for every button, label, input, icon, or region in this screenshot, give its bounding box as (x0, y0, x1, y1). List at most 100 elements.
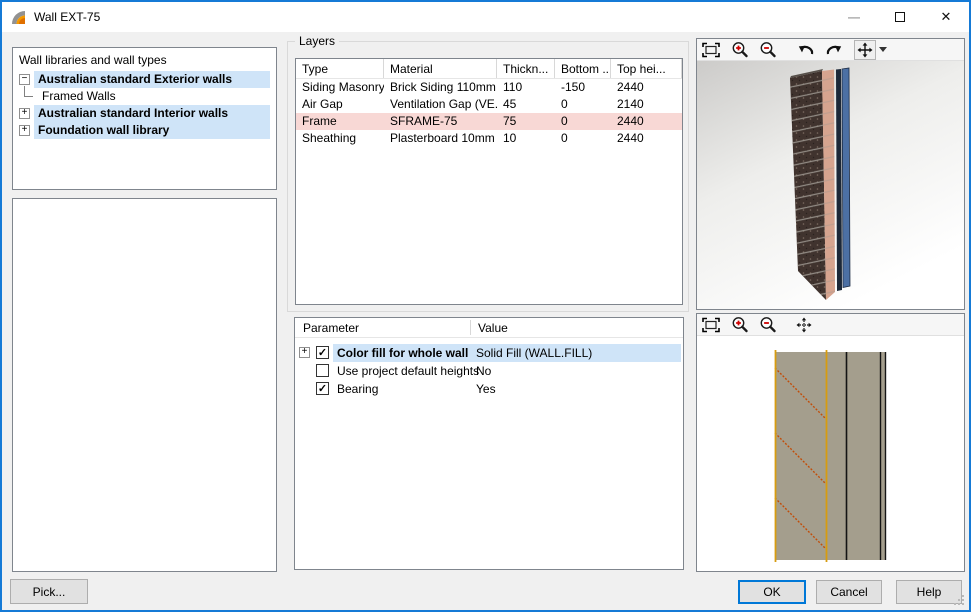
column-header-material[interactable]: Material (384, 59, 497, 78)
layer-row-air-gap[interactable]: Air Gap Ventilation Gap (VE... 45 0 2140 (296, 96, 682, 113)
cell-material: Plasterboard 10mm (... (384, 130, 497, 147)
wall-section-drawing (697, 336, 964, 571)
expand-icon[interactable]: + (19, 108, 30, 119)
column-header-parameter[interactable]: Parameter (303, 321, 359, 335)
parameters-table-header: Parameter Value (295, 318, 683, 338)
cell-top-height: 2440 (611, 130, 682, 147)
cancel-button[interactable]: Cancel (816, 580, 882, 604)
cell-thickness: 110 (497, 79, 555, 96)
preview-3d-panel (696, 38, 965, 310)
pan-button[interactable] (793, 315, 815, 335)
layer-row-sheathing[interactable]: Sheathing Plasterboard 10mm (... 10 0 24… (296, 130, 682, 147)
layers-table: Type Material Thickn... Bottom ... Top h… (295, 58, 683, 305)
tree-item-exterior-walls[interactable]: − Australian standard Exterior walls (16, 71, 273, 88)
checkbox-unchecked-icon[interactable] (316, 364, 329, 377)
expand-icon[interactable]: + (19, 125, 30, 136)
resize-grip[interactable] (952, 593, 964, 605)
parameters-table: Parameter Value + ✓ Color fill for whole… (294, 317, 684, 570)
preview-3d-canvas[interactable] (697, 61, 964, 309)
air-gap-strip (836, 69, 842, 291)
column-separator[interactable] (470, 320, 471, 335)
column-header-thickness[interactable]: Thickn... (497, 59, 555, 78)
column-header-top-height[interactable]: Top hei... (611, 59, 682, 78)
preview-2d-canvas[interactable] (697, 336, 964, 571)
frame-panel-blue (842, 68, 850, 288)
cell-thickness: 75 (497, 113, 555, 130)
wall-type-list-panel[interactable] (12, 198, 277, 572)
cell-bottom: -150 (555, 79, 611, 96)
cell-bottom: 0 (555, 130, 611, 147)
section-fill (775, 352, 886, 560)
window-controls: — ✕ (831, 2, 969, 32)
titlebar: Wall EXT-75 — ✕ (2, 2, 969, 32)
column-header-type[interactable]: Type (296, 59, 384, 78)
param-row-bearing[interactable]: ✓ Bearing Yes (295, 380, 683, 398)
tree-item-interior-walls[interactable]: + Australian standard Interior walls (16, 105, 273, 122)
expand-icon[interactable]: + (299, 347, 310, 358)
preview-2d-toolbar (697, 314, 964, 336)
cell-material: Brick Siding 110mm ... (384, 79, 497, 96)
cell-type: Siding Masonry (296, 79, 384, 96)
zoom-in-button[interactable] (729, 40, 751, 60)
param-label: Bearing (337, 380, 378, 398)
layers-group-label: Layers (295, 34, 339, 48)
pick-button[interactable]: Pick... (10, 579, 88, 604)
preview-2d-panel (696, 313, 965, 572)
column-header-bottom[interactable]: Bottom ... (555, 59, 611, 78)
tree-branch-connector (24, 86, 33, 97)
wall-dialog-window: Wall EXT-75 — ✕ Wall libraries and wall … (0, 0, 971, 612)
column-header-value[interactable]: Value (478, 321, 508, 335)
fit-view-button[interactable] (700, 40, 722, 60)
cell-top-height: 2140 (611, 96, 682, 113)
close-button[interactable]: ✕ (923, 2, 969, 32)
collapse-icon[interactable]: − (19, 74, 30, 85)
rotate-right-button[interactable] (822, 40, 844, 60)
checkbox-checked-icon[interactable]: ✓ (316, 346, 329, 359)
tree-item-framed-walls[interactable]: Framed Walls (16, 88, 273, 105)
zoom-in-button[interactable] (729, 315, 751, 335)
layer-row-siding-masonry[interactable]: Siding Masonry Brick Siding 110mm ... 11… (296, 79, 682, 96)
maximize-button[interactable] (877, 2, 923, 32)
layers-groupbox: Layers Type Material Thickn... Bottom ..… (287, 41, 689, 312)
dialog-client-area: Wall libraries and wall types − Australi… (2, 32, 969, 610)
wall-library-tree: Wall libraries and wall types − Australi… (12, 47, 277, 190)
cell-type: Sheathing (296, 130, 384, 147)
param-value: Solid Fill (WALL.FILL) (476, 344, 592, 362)
rotate-left-button[interactable] (795, 40, 817, 60)
ok-button[interactable]: OK (738, 580, 806, 604)
layer-row-frame-selected[interactable]: Frame SFRAME-75 75 0 2440 (296, 113, 682, 130)
cell-thickness: 10 (497, 130, 555, 147)
cell-type: Frame (296, 113, 384, 130)
param-label: Use project default heights (337, 362, 479, 380)
tree-item-label: Framed Walls (42, 89, 116, 103)
pan-mode-button[interactable] (854, 40, 876, 60)
tree-item-foundation-walls[interactable]: + Foundation wall library (16, 122, 273, 139)
param-row-project-default-heights[interactable]: Use project default heights No (295, 362, 683, 380)
maximize-icon (895, 12, 905, 22)
cell-bottom: 0 (555, 113, 611, 130)
param-value: Yes (476, 380, 496, 398)
tree-item-label: Australian standard Interior walls (38, 106, 228, 120)
cell-material: Ventilation Gap (VE... (384, 96, 497, 113)
param-value: No (476, 362, 491, 380)
pan-mode-dropdown-icon[interactable] (876, 40, 890, 60)
app-logo-icon (10, 9, 27, 26)
preview-3d-toolbar (697, 39, 964, 61)
cell-type: Air Gap (296, 96, 384, 113)
minimize-button[interactable]: — (831, 2, 877, 32)
window-title: Wall EXT-75 (34, 10, 100, 24)
tree-item-label: Australian standard Exterior walls (38, 72, 232, 86)
cell-material: SFRAME-75 (384, 113, 497, 130)
checkbox-checked-icon[interactable]: ✓ (316, 382, 329, 395)
cell-top-height: 2440 (611, 113, 682, 130)
fit-view-button[interactable] (700, 315, 722, 335)
param-label: Color fill for whole wall (337, 344, 468, 362)
zoom-out-button[interactable] (757, 40, 779, 60)
layers-table-header: Type Material Thickn... Bottom ... Top h… (296, 59, 682, 79)
cell-thickness: 45 (497, 96, 555, 113)
tree-item-label: Foundation wall library (38, 123, 169, 137)
wall-3d-rendering (697, 61, 964, 309)
zoom-out-button[interactable] (757, 315, 779, 335)
param-row-color-fill[interactable]: + ✓ Color fill for whole wall Solid Fill… (295, 344, 683, 362)
cell-top-height: 2440 (611, 79, 682, 96)
